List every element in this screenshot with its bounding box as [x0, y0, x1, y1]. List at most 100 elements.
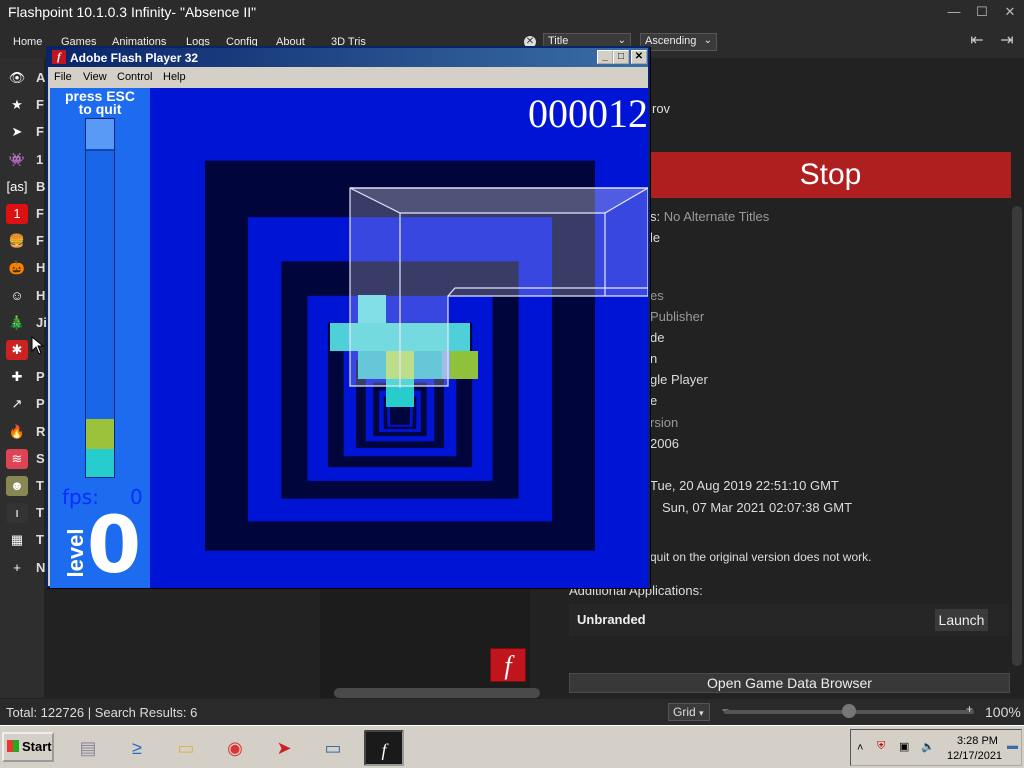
search-results-count: Search Results: 6 — [94, 705, 198, 720]
girl-icon: ☻ — [6, 476, 28, 496]
zoom-slider-thumb[interactable] — [842, 704, 856, 718]
total-count: Total: 122726 — [6, 705, 85, 720]
detail-text: n — [650, 351, 658, 366]
flash-menu-view[interactable]: View — [83, 71, 107, 83]
flash-menu-control[interactable]: Control — [117, 71, 152, 83]
stop-button[interactable]: Stop — [650, 152, 1011, 198]
flashpoint-icon[interactable]: ➤ — [264, 730, 304, 766]
zoom-in-icon[interactable]: + — [966, 702, 973, 716]
minimize-button[interactable]: — — [940, 2, 968, 22]
sort-order-select[interactable]: Ascending ⌄ — [640, 33, 717, 51]
sidebar-item[interactable]: ☺ H — [4, 284, 46, 308]
sidebar-item-label: T — [36, 532, 44, 548]
game-canvas[interactable]: press ESC to quit fps: 0 level 0 000012 — [50, 88, 648, 588]
view-mode-select[interactable]: Grid ▾ — [668, 703, 710, 721]
sidebar-item-label: P — [36, 369, 45, 385]
sidebar-item[interactable]: 👾 1 — [4, 148, 44, 172]
flash-titlebar: f Adobe Flash Player 32 _ □ ✕ — [48, 48, 648, 67]
detail-text: e — [650, 393, 658, 408]
flash-player-icon: f — [52, 50, 66, 64]
app-name: Unbranded — [577, 612, 646, 627]
volume-icon[interactable]: 🔈 — [921, 740, 935, 753]
noise-icon: ✱ — [6, 340, 28, 360]
folder-icon[interactable]: ▭ — [166, 730, 206, 766]
score-display: 000012 — [528, 91, 648, 136]
sidebar-item-label: H — [36, 260, 46, 276]
close-button[interactable]: ✕ — [996, 2, 1024, 22]
sidebar-item[interactable]: ıT — [4, 501, 44, 525]
chevron-down-icon: ⌄ — [617, 35, 626, 46]
detail-line: de — [650, 330, 664, 345]
sidebar-item[interactable]: ★ F — [4, 93, 44, 117]
chevron-down-icon: ⌄ — [703, 35, 712, 46]
taskbar: Start ▤ ≥ ▭ ◉ ➤ ▭ f ˄ ⛨ ▣ 🔈 3:28 PM 12/17/2021… — [0, 725, 1024, 768]
flash-platform-icon: f — [490, 648, 526, 682]
chrome-icon[interactable]: ◉ — [215, 730, 255, 766]
details-scrollbar[interactable] — [1012, 206, 1022, 666]
flash-close-button[interactable]: ✕ — [631, 50, 647, 64]
server-icon[interactable]: ▤ — [68, 730, 108, 766]
maximize-button[interactable]: ☐ — [968, 2, 996, 22]
sort-order-value: Ascending — [645, 35, 697, 47]
depth-indicator — [86, 119, 114, 149]
detail-line: gle Player — [650, 372, 708, 387]
flash-maximize-button[interactable]: □ — [613, 50, 629, 64]
wave-icon: ≋ — [6, 448, 28, 469]
detail-text: Sun, 07 Mar 2021 02:07:38 GMT — [662, 500, 853, 515]
show-hidden-icons-icon[interactable]: ˄ — [857, 742, 863, 754]
sidebar-item-label: R — [36, 423, 46, 439]
powershell-icon[interactable]: ≥ — [117, 730, 157, 766]
flash-menu-file[interactable]: File — [54, 71, 72, 83]
menu-home[interactable]: Home — [13, 36, 42, 48]
sidebar-item[interactable]: ➤ F — [4, 120, 44, 144]
detail-text: le — [650, 230, 661, 245]
flash-player-window: f Adobe Flash Player 32 _ □ ✕ File View … — [46, 46, 650, 588]
window-icon[interactable]: ▭ — [313, 730, 353, 766]
game-sidebar: press ESC to quit fps: 0 level 0 — [50, 88, 150, 588]
flash-window-title: Adobe Flash Player 32 — [70, 51, 199, 65]
sidebar-item[interactable]: 🎃 H — [4, 256, 46, 280]
window-title: Flashpoint 10.1.0.3 Infinity- "Absence I… — [8, 4, 257, 20]
status-bar: Total: 122726 | Search Results: 6 Grid ▾… — [0, 699, 1024, 725]
plus-icon: + — [6, 557, 28, 578]
sidebar-item[interactable]: 🍔 F — [4, 229, 44, 253]
security-alert-icon[interactable]: ⛨ — [877, 740, 885, 753]
sidebar-item[interactable]: 🔥 R — [4, 420, 46, 444]
start-button[interactable]: Start — [2, 732, 54, 762]
tris-block — [450, 351, 478, 379]
sidebar-item-label: F — [36, 233, 44, 249]
launch-button[interactable]: Launch — [935, 609, 988, 631]
clock-time[interactable]: 3:28 PM — [957, 735, 998, 747]
author-value: rov — [652, 101, 671, 116]
sidebar-item-label: N — [36, 559, 46, 575]
collapse-left-icon[interactable]: ⇤ — [968, 32, 986, 50]
network-icon[interactable]: ▣ — [899, 740, 909, 753]
sidebar-item[interactable]: ✚ P — [4, 365, 45, 389]
system-tray: ˄ ⛨ ▣ 🔈 3:28 PM 12/17/2021 ▬ — [850, 729, 1022, 766]
sidebar-item[interactable]: ↗ P — [4, 392, 45, 416]
sidebar-item[interactable]: ☻ T — [4, 474, 44, 498]
detail-text: de — [650, 330, 665, 345]
sidebar-item[interactable]: ≋ S — [4, 447, 45, 471]
detail-text: Tue, 20 Aug 2019 22:51:10 GMT — [650, 478, 839, 493]
detail-text: s: — [650, 209, 664, 224]
flash-minimize-button[interactable]: _ — [597, 50, 613, 64]
flash-player-icon[interactable]: f — [364, 730, 404, 766]
sidebar-item[interactable]: + N — [4, 556, 46, 580]
detail-dim-text: es — [650, 288, 664, 303]
playlist-sidebar: 👁 A ★ F ➤ F 👾 1 [as] B 1 F 🍔 F 🎃 H ☺ H 🎄 Ji ✱ ✚ P ↗ P 🔥 R ≋ S ☻ Tı T ▦ T +… — [0, 58, 47, 698]
show-desktop-icon[interactable]: ▬ — [1007, 740, 1018, 752]
sidebar-item[interactable]: 👁 A — [4, 66, 45, 90]
collapse-right-icon[interactable]: ⇥ — [998, 32, 1016, 50]
detail-line: e — [650, 393, 657, 408]
sidebar-item[interactable]: [as] B — [4, 175, 45, 199]
horizontal-scrollbar[interactable] — [334, 688, 540, 698]
sidebar-item[interactable]: 1F — [4, 202, 44, 226]
open-game-data-browser-button[interactable]: Open Game Data Browser — [569, 673, 1010, 693]
clock-date[interactable]: 12/17/2021 — [947, 750, 1002, 762]
additional-app-row: Unbranded Launch — [569, 604, 1009, 636]
flash-menu-help[interactable]: Help — [163, 71, 186, 83]
sidebar-item[interactable]: 🎄 Ji — [4, 311, 47, 335]
sidebar-item-label: H — [36, 287, 46, 303]
sidebar-item[interactable]: ▦ T — [4, 528, 44, 552]
